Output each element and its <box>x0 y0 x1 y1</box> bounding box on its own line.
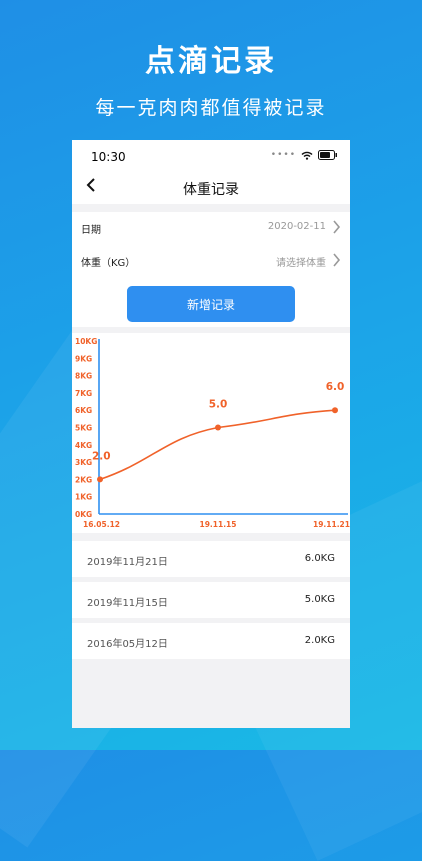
promo-title: 点滴记录 <box>145 44 277 79</box>
y-tick-label: 9KG <box>75 354 92 363</box>
y-tick-label: 2KG <box>75 475 92 484</box>
y-tick-label: 8KG <box>75 372 92 381</box>
record-list: 2019年11月21日 6.0KG 2019年11月15日 5.0KG 2016… <box>72 541 350 664</box>
y-tick-label: 0KG <box>75 510 92 519</box>
date-value: 2020-02-11 <box>267 221 326 232</box>
status-icons: •••• <box>271 150 338 160</box>
page-title: 体重记录 <box>183 182 239 198</box>
data-point <box>215 424 221 431</box>
weight-chart: 0KG 1KG 2KG 3KG 4KG 5KG 6KG 7KG 8KG 9KG 10KG 16.05.… <box>72 333 350 533</box>
record-item[interactable]: 2016年05月12日 2.0KG <box>72 623 350 659</box>
record-item[interactable]: 2019年11月21日 6.0KG <box>72 541 350 577</box>
data-label: 6.0 <box>326 381 345 393</box>
y-tick-label: 6KG <box>75 406 92 415</box>
add-record-button[interactable]: 新增记录 <box>127 286 295 322</box>
weight-label: 体重（KG） <box>81 258 136 269</box>
status-bar: 10:30 •••• <box>72 140 350 174</box>
record-weight: 5.0KG <box>304 594 335 605</box>
date-row[interactable]: 日期 2020-02-11 <box>72 212 350 244</box>
data-label: 2.0 <box>92 450 111 462</box>
weight-line-chart: 0KG 1KG 2KG 3KG 4KG 5KG 6KG 7KG 8KG 9KG 10KG 16.05.… <box>75 337 350 529</box>
weight-row[interactable]: 体重（KG） 请选择体重 <box>72 245 350 277</box>
x-tick-label: 19.11.15 <box>199 520 236 529</box>
chevron-right-icon <box>333 253 341 267</box>
chevron-right-icon <box>333 220 341 234</box>
wifi-icon <box>301 151 313 160</box>
promo-subtitle: 每一克肉肉都值得被记录 <box>95 97 327 119</box>
y-tick-label: 7KG <box>75 389 92 398</box>
y-tick-label: 1KG <box>75 493 92 502</box>
nav-bar: 体重记录 <box>72 174 350 204</box>
y-tick-label: 3KG <box>75 458 92 467</box>
data-point <box>332 407 338 414</box>
date-label: 日期 <box>81 225 101 236</box>
signal-dots-icon: •••• <box>270 150 296 160</box>
y-tick-label: 10KG <box>75 337 97 346</box>
weight-placeholder: 请选择体重 <box>276 258 326 269</box>
status-time: 10:30 <box>91 150 126 164</box>
battery-icon <box>318 150 337 160</box>
y-tick-label: 5KG <box>75 424 92 433</box>
series-line <box>99 409 336 481</box>
x-tick-label: 16.05.12 <box>83 520 120 529</box>
record-weight: 2.0KG <box>304 635 335 646</box>
data-point <box>97 476 103 483</box>
x-tick-label: 19.11.21 <box>313 520 350 529</box>
y-tick-label: 4KG <box>75 441 92 450</box>
record-date: 2016年05月12日 <box>87 639 168 650</box>
record-date: 2019年11月15日 <box>87 598 168 609</box>
record-form: 日期 2020-02-11 体重（KG） 请选择体重 新增记录 <box>72 212 350 327</box>
record-date: 2019年11月21日 <box>87 557 168 568</box>
record-item[interactable]: 2019年11月15日 5.0KG <box>72 582 350 618</box>
data-label: 5.0 <box>209 399 228 411</box>
record-weight: 6.0KG <box>304 553 335 564</box>
phone-screen: 10:30 •••• 体重记录 日期 2020-02-11 体重（KG） 请选择… <box>72 140 350 728</box>
